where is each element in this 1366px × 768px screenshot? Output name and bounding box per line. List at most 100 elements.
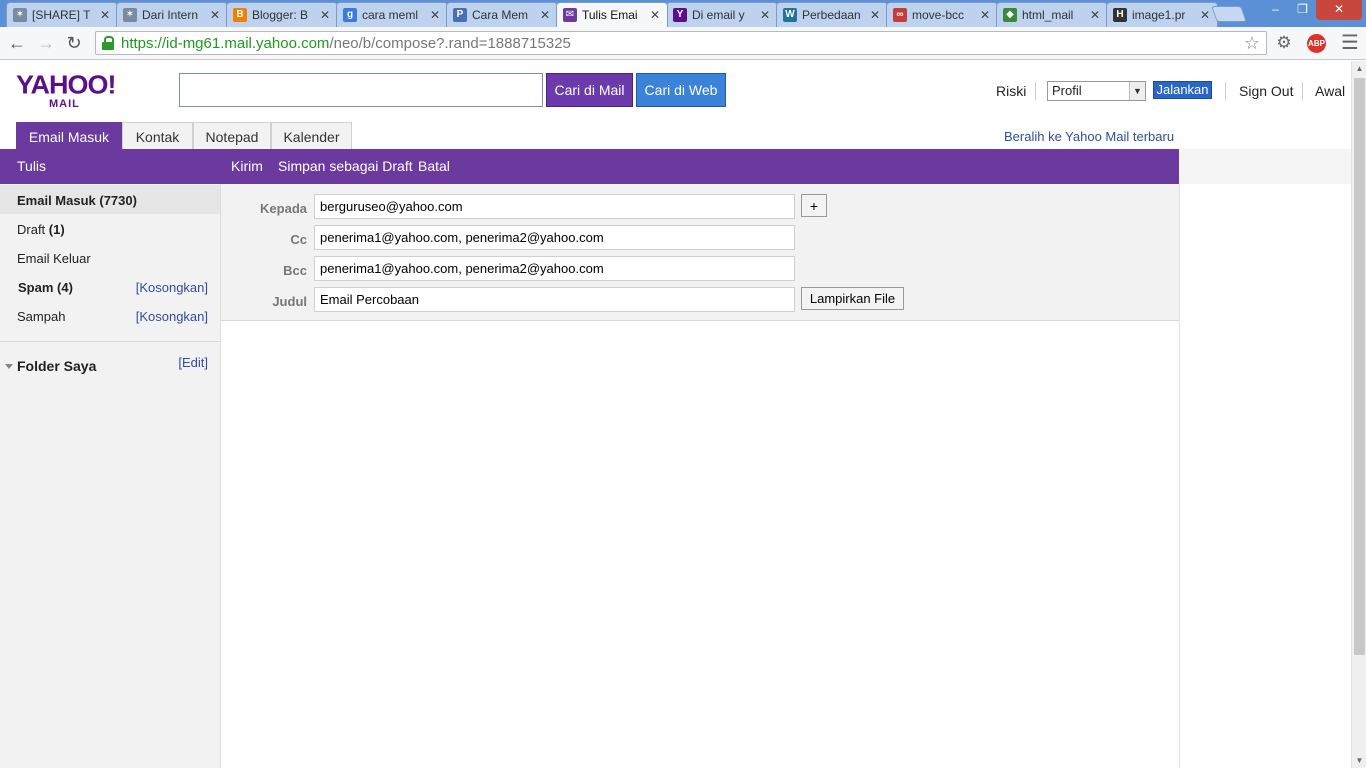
to-field[interactable]: [314, 194, 795, 219]
browser-tab[interactable]: ✉ Tulis Emai ✕: [556, 2, 668, 27]
browser-tab[interactable]: P Cara Mem ✕: [446, 2, 558, 27]
bcc-field[interactable]: [314, 256, 795, 281]
action-bar: [0, 149, 1179, 184]
sidebar-item-draft[interactable]: Draft (1): [0, 214, 220, 243]
sign-out-link[interactable]: Sign Out: [1239, 83, 1293, 99]
close-tab-icon[interactable]: ✕: [869, 8, 881, 22]
scrollbar-thumb[interactable]: [1354, 78, 1365, 655]
chevron-down-icon: ▼: [1129, 82, 1145, 100]
blogger-icon: B: [233, 8, 247, 22]
draft-label: Draft: [17, 222, 46, 237]
subject-field[interactable]: [314, 287, 795, 312]
go-button[interactable]: Jalankan: [1153, 81, 1212, 99]
divider: [1035, 82, 1036, 100]
search-web-button[interactable]: Cari di Web: [636, 73, 726, 107]
empty-trash-link[interactable]: [Kosongkan]: [136, 309, 208, 324]
logo-main: YAHOO!: [16, 70, 117, 100]
mail-icon: ✉: [563, 8, 577, 22]
reload-icon[interactable]: ↻: [64, 33, 84, 53]
cc-field[interactable]: [314, 225, 795, 250]
page-scrollbar[interactable]: ▲ ▼: [1351, 61, 1366, 768]
add-recipient-button[interactable]: +: [801, 194, 827, 217]
close-tab-icon[interactable]: ✕: [539, 8, 551, 22]
sidebar: Email Masuk (7730) Draft (1) Email Kelua…: [0, 184, 221, 768]
lock-icon: [102, 36, 114, 50]
tab-calendar[interactable]: Kalender: [271, 122, 352, 150]
tab-contacts[interactable]: Kontak: [122, 122, 193, 150]
yahoo-mail-logo[interactable]: YAHOO! MAIL: [16, 70, 117, 110]
close-tab-icon[interactable]: ✕: [1089, 8, 1101, 22]
message-body-editor[interactable]: [221, 321, 1179, 768]
tab-inbox[interactable]: Email Masuk: [16, 122, 122, 150]
sidebar-item-label: Email Masuk (7730): [17, 193, 137, 208]
browser-tab-title: move-bcc: [912, 8, 965, 22]
my-folders-toggle[interactable]: Folder Saya: [5, 358, 96, 374]
close-tab-icon[interactable]: ✕: [319, 8, 331, 22]
bookmark-star-icon[interactable]: ☆: [1244, 33, 1260, 54]
browser-tab[interactable]: ∞ move-bcc ✕: [886, 2, 998, 27]
back-arrow-icon[interactable]: ←: [7, 33, 27, 53]
close-tab-icon[interactable]: ✕: [649, 8, 661, 22]
url-host: https://id-mg61.mail.yahoo.com: [121, 34, 330, 52]
triangle-down-icon: [5, 363, 13, 369]
sidebar-item-spam[interactable]: Spam (4) [Kosongkan]: [0, 272, 220, 301]
browser-toolbar: ← → ↻ https://id-mg61.mail.yahoo.com/neo…: [0, 27, 1366, 60]
scroll-down-icon[interactable]: ▼: [1352, 753, 1366, 768]
sidebar-item-sent[interactable]: Email Keluar: [0, 243, 220, 272]
cc-label: Cc: [290, 232, 307, 247]
browser-tab[interactable]: B Blogger: B ✕: [226, 2, 338, 27]
forward-arrow-icon[interactable]: →: [36, 33, 56, 53]
shield-icon: ◆: [1003, 8, 1017, 22]
browser-tab[interactable]: Y Di email y ✕: [666, 2, 778, 27]
close-window-icon[interactable]: ✕: [1316, 0, 1362, 20]
browser-tab[interactable]: ✶ [SHARE] T ✕: [6, 2, 118, 27]
maximize-icon[interactable]: ❐: [1289, 0, 1316, 20]
paw-icon: ✶: [123, 8, 137, 22]
browser-tab-title: Blogger: B: [252, 8, 309, 22]
new-tab-button[interactable]: [1211, 6, 1247, 22]
edit-folders-link[interactable]: [Edit]: [178, 355, 208, 370]
tab-notepad[interactable]: Notepad: [193, 122, 271, 150]
save-draft-button[interactable]: Simpan sebagai Draft: [278, 158, 413, 174]
browser-tab-title: Dari Intern: [142, 8, 199, 22]
browser-tab[interactable]: ✶ Dari Intern ✕: [116, 2, 228, 27]
browser-tab[interactable]: W Perbedaan ✕: [776, 2, 888, 27]
profile-select[interactable]: Profil ▼: [1047, 81, 1146, 101]
close-tab-icon[interactable]: ✕: [429, 8, 441, 22]
link-icon: ∞: [893, 8, 907, 22]
right-column: [1179, 184, 1351, 768]
search-mail-button[interactable]: Cari di Mail: [546, 73, 633, 107]
gear-icon[interactable]: ⚙: [1273, 32, 1295, 54]
close-tab-icon[interactable]: ✕: [209, 8, 221, 22]
close-tab-icon[interactable]: ✕: [99, 8, 111, 22]
browser-tab[interactable]: g cara meml ✕: [336, 2, 448, 27]
home-link[interactable]: Awal: [1315, 83, 1345, 99]
scroll-up-icon[interactable]: ▲: [1352, 61, 1366, 76]
close-tab-icon[interactable]: ✕: [759, 8, 771, 22]
user-name-link[interactable]: Riski: [996, 83, 1026, 99]
sidebar-item-inbox[interactable]: Email Masuk (7730): [0, 185, 220, 214]
sidebar-item-label: Sampah: [17, 309, 66, 324]
send-button[interactable]: Kirim: [231, 158, 263, 174]
search-input[interactable]: [179, 73, 543, 107]
close-tab-icon[interactable]: ✕: [979, 8, 991, 22]
empty-spam-link[interactable]: [Kosongkan]: [136, 280, 208, 295]
action-bar-gutter: [1179, 149, 1351, 184]
google-icon: g: [343, 8, 357, 22]
sidebar-item-label: Email Keluar: [17, 251, 91, 266]
attach-file-button[interactable]: Lampirkan File: [801, 287, 904, 310]
switch-new-mail-link[interactable]: Beralih ke Yahoo Mail terbaru: [1004, 129, 1174, 144]
browser-tab[interactable]: ◆ html_mail ✕: [996, 2, 1108, 27]
address-bar[interactable]: https://id-mg61.mail.yahoo.com/neo/b/com…: [95, 31, 1267, 55]
cancel-button[interactable]: Batal: [418, 158, 450, 174]
sidebar-divider: [0, 341, 220, 342]
wordpress-icon: W: [783, 8, 797, 22]
compose-form: Kepada + Cc Bcc Judul Lampirkan File: [221, 184, 1179, 321]
adblock-icon[interactable]: ABP: [1307, 34, 1326, 53]
close-tab-icon[interactable]: ✕: [1199, 8, 1211, 22]
compose-button[interactable]: Tulis: [17, 158, 46, 174]
minimize-icon[interactable]: –: [1262, 0, 1289, 20]
menu-icon[interactable]: ☰: [1339, 32, 1361, 54]
browser-tab[interactable]: Himage1.pr ✕: [1106, 2, 1218, 27]
sidebar-item-trash[interactable]: Sampah [Kosongkan]: [0, 301, 220, 330]
